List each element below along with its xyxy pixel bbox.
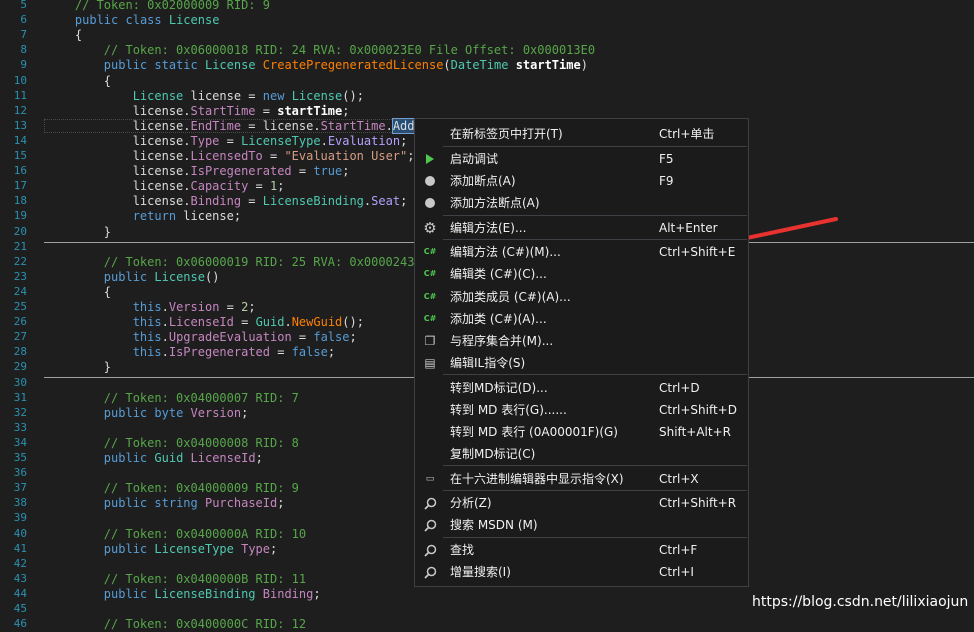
menu-item-shortcut: Ctrl+单击 xyxy=(659,127,715,141)
menu-item-shortcut: Alt+Enter xyxy=(659,220,718,235)
menu-item-start-debugging[interactable]: 启动调试 F5 xyxy=(415,148,748,170)
menu-item-goto-md-table-row-0a00001f[interactable]: 转到 MD 表行 (0A00001F)(G) Shift+Alt+R xyxy=(415,421,748,443)
menu-item-open-in-new-tab[interactable]: 在新标签页中打开(T) Ctrl+单击 xyxy=(415,123,748,145)
menu-item-label: 增量搜索(I) xyxy=(450,565,511,580)
menu-item-label: 复制MD标记(C) xyxy=(450,446,536,461)
menu-item-label: 与程序集合并(M)... xyxy=(450,333,554,348)
menu-item-goto-md-table-row[interactable]: 转到 MD 表行(G)...... Ctrl+Shift+D xyxy=(415,399,748,421)
menu-item-label: 搜索 MSDN (M) xyxy=(450,518,538,533)
blank-icon xyxy=(421,399,439,421)
breakpoint-icon xyxy=(421,192,439,214)
blank-icon xyxy=(421,443,439,465)
menu-separator xyxy=(443,536,747,538)
menu-item-edit-class-csharp[interactable]: C# 编辑类 (C#)(C)... xyxy=(415,263,748,285)
csharp-icon: C# xyxy=(423,313,437,323)
menu-item-shortcut: Ctrl+Shift+D xyxy=(659,402,737,417)
menu-separator xyxy=(443,239,747,241)
breakpoint-icon xyxy=(421,170,439,192)
menu-item-goto-md-token[interactable]: 转到MD标记(D)... Ctrl+D xyxy=(415,377,748,399)
hex-icon: ▭ xyxy=(425,473,435,484)
il-icon: ▤ xyxy=(424,355,436,370)
menu-item-label: 启动调试 xyxy=(450,151,499,166)
menu-item-add-breakpoint[interactable]: 添加断点(A) F9 xyxy=(415,170,748,192)
blank-icon xyxy=(421,123,439,145)
csharp-icon: C# xyxy=(423,247,437,257)
gear-icon: ⚙ xyxy=(423,218,437,237)
menu-item-label: 编辑IL指令(S) xyxy=(450,355,526,370)
search-icon xyxy=(421,492,439,514)
menu-item-label: 转到MD标记(D)... xyxy=(450,380,548,395)
menu-item-shortcut: F9 xyxy=(659,173,674,188)
menu-item-add-method-breakpoint[interactable]: 添加方法断点(A) xyxy=(415,192,748,214)
menu-item-label: 转到 MD 表行(G)...... xyxy=(450,402,567,417)
menu-item-label: 添加断点(A) xyxy=(450,173,516,188)
menu-item-label: 在十六进制编辑器中显示指令(X) xyxy=(450,471,624,486)
csharp-icon: C# xyxy=(423,269,437,279)
blank-icon xyxy=(421,377,439,399)
menu-item-label: 添加类成员 (C#)(A)... xyxy=(450,289,571,304)
menu-item-analyze[interactable]: 分析(Z) Ctrl+Shift+R xyxy=(415,492,748,514)
merge-icon: ❐ xyxy=(424,333,436,348)
menu-item-label: 转到 MD 表行 (0A00001F)(G) xyxy=(450,424,618,439)
menu-item-add-class-csharp[interactable]: C# 添加类 (C#)(A)... xyxy=(415,308,748,330)
menu-item-label: 在新标签页中打开(T) xyxy=(450,127,563,141)
search-icon xyxy=(421,539,439,561)
menu-item-label: 添加类 (C#)(A)... xyxy=(450,311,547,326)
menu-item-edit-method-csharp[interactable]: C# 编辑方法 (C#)(M)... Ctrl+Shift+E xyxy=(415,241,748,263)
csharp-icon: C# xyxy=(423,291,437,301)
watermark: https://blog.csdn.net/lilixiaojun xyxy=(752,594,969,610)
menu-separator xyxy=(443,145,747,147)
menu-item-show-in-hex-editor[interactable]: ▭ 在十六进制编辑器中显示指令(X) Ctrl+X xyxy=(415,468,748,490)
context-menu: 在新标签页中打开(T) Ctrl+单击启动调试 F5 添加断点(A) F9 添加方法断点(… xyxy=(414,118,749,587)
menu-item-edit-il-instructions[interactable]: ▤ 编辑IL指令(S) xyxy=(415,352,748,374)
menu-separator xyxy=(443,214,747,216)
menu-item-label: 添加方法断点(A) xyxy=(450,195,540,210)
menu-item-search-msdn[interactable]: 搜索 MSDN (M) xyxy=(415,514,748,536)
menu-item-label: 编辑方法 (C#)(M)... xyxy=(450,245,561,260)
menu-item-copy-md-token[interactable]: 复制MD标记(C) xyxy=(415,443,748,465)
menu-item-shortcut: Ctrl+F xyxy=(659,543,698,557)
menu-separator xyxy=(443,465,747,467)
menu-item-label: 分析(Z) xyxy=(450,496,492,511)
menu-item-shortcut: F5 xyxy=(659,151,674,166)
menu-separator xyxy=(443,374,747,376)
menu-item-shortcut: Ctrl+Shift+R xyxy=(659,496,737,511)
blank-icon xyxy=(421,421,439,443)
menu-item-find[interactable]: 查找 Ctrl+F xyxy=(415,539,748,561)
menu-item-shortcut: Ctrl+X xyxy=(659,471,699,486)
menu-item-label: 编辑方法(E)... xyxy=(450,220,527,235)
menu-separator xyxy=(443,490,747,492)
menu-item-shortcut: Ctrl+I xyxy=(659,565,694,580)
menu-item-label: 编辑类 (C#)(C)... xyxy=(450,267,547,282)
play-icon xyxy=(421,148,439,170)
menu-item-merge-with-assembly[interactable]: ❐ 与程序集合并(M)... xyxy=(415,330,748,352)
menu-item-label: 查找 xyxy=(450,543,475,557)
menu-item-edit-method[interactable]: ⚙ 编辑方法(E)... Alt+Enter xyxy=(415,217,748,239)
menu-item-shortcut: Shift+Alt+R xyxy=(659,424,731,439)
search-icon xyxy=(421,514,439,536)
menu-item-add-class-members-csharp[interactable]: C# 添加类成员 (C#)(A)... xyxy=(415,286,748,308)
menu-item-shortcut: Ctrl+Shift+E xyxy=(659,245,736,260)
menu-item-shortcut: Ctrl+D xyxy=(659,380,700,395)
search-icon xyxy=(421,561,439,583)
menu-item-incremental-search[interactable]: 增量搜索(I) Ctrl+I xyxy=(415,561,748,583)
